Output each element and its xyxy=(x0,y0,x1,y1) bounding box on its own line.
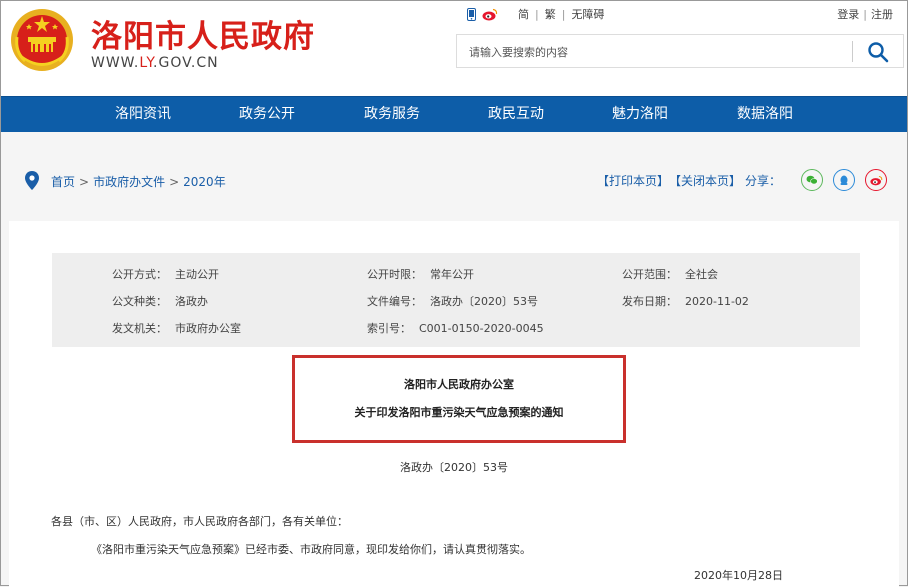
breadcrumb-bar: 首页 > 市政府办文件 >2020年 【打印本页】 【关闭本页】 分享： xyxy=(9,161,899,201)
breadcrumb-city-gov-documents[interactable]: 市政府办文件 xyxy=(93,175,165,189)
meta-value-disclosure-scope: 全社会 xyxy=(685,268,718,281)
meta-label-index-number: 索引号： xyxy=(367,322,411,335)
meta-value-disclosure-period: 常年公开 xyxy=(430,268,474,281)
nav-item-gov-affairs-open[interactable]: 政务公开 xyxy=(217,97,317,132)
simplified-chinese-link[interactable]: 简 xyxy=(518,6,529,22)
wechat-share-icon[interactable] xyxy=(801,169,823,191)
share-label: 分享： xyxy=(744,173,781,188)
meta-label-disclosure-method: 公开方式： xyxy=(112,268,167,281)
search-input[interactable] xyxy=(467,42,851,62)
auth-links: 登录 | 注册 xyxy=(837,8,893,21)
nav-item-charming-luoyang[interactable]: 魅力洛阳 xyxy=(590,97,690,132)
nav-item-public-interaction[interactable]: 政民互动 xyxy=(466,97,566,132)
nav-item-data-luoyang[interactable]: 数据洛阳 xyxy=(715,97,815,132)
meta-cell: 公文种类： 洛政办 xyxy=(112,293,208,309)
weibo-icon[interactable] xyxy=(482,8,498,21)
meta-value-issuing-authority: 市政府办公室 xyxy=(175,322,241,335)
meta-value-index-number: C001-0150-2020-0045 xyxy=(419,322,544,335)
document-title-box: 洛阳市人民政府办公室 关于印发洛阳市重污染天气应急预案的通知 xyxy=(292,355,626,443)
document-body-paragraph: 《洛阳市重污染天气应急预案》已经市委、市政府同意，现印发给你们，请认真贯彻落实。 xyxy=(91,543,531,556)
document-title: 关于印发洛阳市重污染天气应急预案的通知 xyxy=(354,406,564,419)
site-header: 洛阳市人民政府 WWW.LY.GOV.CN 简 | 繁 | 无障碍 登录 | 注册 xyxy=(1,1,907,96)
nav-item-gov-services[interactable]: 政务服务 xyxy=(342,97,442,132)
meta-cell: 公开时限： 常年公开 xyxy=(367,266,474,282)
meta-cell: 发文机关： 市政府办公室 xyxy=(112,320,241,336)
breadcrumb-year-2020[interactable]: 2020年 xyxy=(183,175,226,189)
meta-cell: 公开范围： 全社会 xyxy=(622,266,718,282)
search-divider xyxy=(852,41,853,62)
meta-label-document-number: 文件编号： xyxy=(367,295,422,308)
meta-label-issuing-authority: 发文机关： xyxy=(112,322,167,335)
register-link[interactable]: 注册 xyxy=(871,8,893,21)
site-url: WWW.LY.GOV.CN xyxy=(91,55,219,71)
meta-label-publish-date: 发布日期： xyxy=(622,295,677,308)
meta-label-disclosure-scope: 公开范围： xyxy=(622,268,677,281)
login-link[interactable]: 登录 xyxy=(837,8,859,21)
document-issuer: 洛阳市人民政府办公室 xyxy=(404,378,514,391)
document-metadata-table: 公开方式： 主动公开 公开时限： 常年公开 公开范围： 全社会 公文种类： 洛政办 文件… xyxy=(52,253,860,347)
meta-cell: 公开方式： 主动公开 xyxy=(112,266,219,282)
meta-label-disclosure-period: 公开时限： xyxy=(367,268,422,281)
top-links: 简 | 繁 | 无障碍 xyxy=(467,6,604,22)
weibo-share-icon[interactable] xyxy=(865,169,887,191)
print-page-link[interactable]: 【打印本页】 xyxy=(597,172,669,189)
nav-item-luoyang-news[interactable]: 洛阳资讯 xyxy=(93,97,193,132)
meta-value-document-number: 洛政办〔2020〕53号 xyxy=(430,295,538,308)
document-salutation: 各县（市、区）人民政府，市人民政府各部门，各有关单位： xyxy=(51,515,348,528)
article-content: 公开方式： 主动公开 公开时限： 常年公开 公开范围： 全社会 公文种类： 洛政办 文件… xyxy=(9,221,899,587)
url-highlight: LY xyxy=(139,55,154,71)
site-title[interactable]: 洛阳市人民政府 xyxy=(91,11,315,56)
page-tools: 【打印本页】 【关闭本页】 分享： xyxy=(597,169,887,191)
traditional-chinese-link[interactable]: 繁 xyxy=(545,6,556,22)
meta-label-document-type: 公文种类： xyxy=(112,295,167,308)
meta-value-disclosure-method: 主动公开 xyxy=(175,268,219,281)
national-emblem-icon[interactable] xyxy=(9,7,75,73)
url-prefix: WWW. xyxy=(91,55,140,71)
page-frame: 洛阳市人民政府 WWW.LY.GOV.CN 简 | 繁 | 无障碍 登录 | 注册 … xyxy=(0,0,908,587)
breadcrumb: 首页 > 市政府办文件 >2020年 xyxy=(51,175,226,189)
meta-value-document-type: 洛政办 xyxy=(175,295,208,308)
accessibility-link[interactable]: 无障碍 xyxy=(571,6,604,22)
mobile-phone-icon[interactable] xyxy=(467,7,476,21)
location-pin-icon xyxy=(25,171,39,190)
search-icon[interactable] xyxy=(867,41,889,63)
qq-share-icon[interactable] xyxy=(833,169,855,191)
meta-value-publish-date: 2020-11-02 xyxy=(685,295,749,308)
document-date: 2020年10月28日 xyxy=(694,569,783,582)
close-page-link[interactable]: 【关闭本页】 xyxy=(669,172,741,189)
search-box xyxy=(456,34,904,68)
breadcrumb-home[interactable]: 首页 xyxy=(51,175,75,189)
document-number: 洛政办〔2020〕53号 xyxy=(400,461,508,474)
meta-cell: 文件编号： 洛政办〔2020〕53号 xyxy=(367,293,538,309)
main-nav: 洛阳资讯 政务公开 政务服务 政民互动 魅力洛阳 数据洛阳 xyxy=(1,96,907,132)
url-suffix: .GOV.CN xyxy=(153,55,219,71)
meta-cell: 发布日期： 2020-11-02 xyxy=(622,293,749,309)
meta-cell: 索引号： C001-0150-2020-0045 xyxy=(367,320,544,336)
